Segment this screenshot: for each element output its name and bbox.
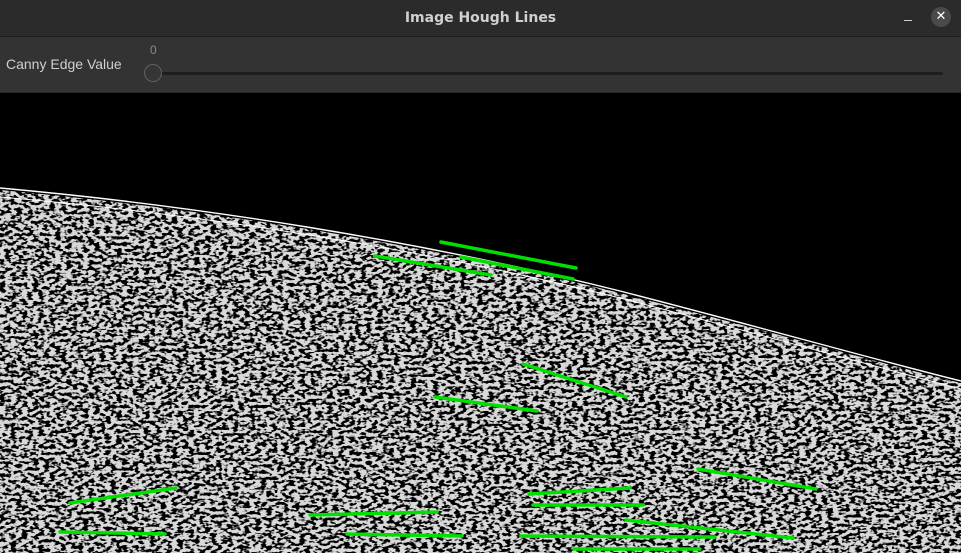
hough-line	[345, 532, 464, 538]
canny-edge-slider-thumb[interactable]	[144, 64, 162, 82]
hough-line	[58, 530, 167, 536]
app-window: Image Hough Lines ✕ Canny Edge Value 0	[0, 0, 961, 553]
minimize-icon	[904, 20, 912, 21]
window-title: Image Hough Lines	[404, 10, 557, 26]
edge-image-svg	[0, 93, 961, 553]
close-button[interactable]: ✕	[931, 7, 951, 27]
canny-edge-label: Canny Edge Value	[6, 56, 122, 72]
canny-edge-slider-track[interactable]	[146, 72, 943, 75]
close-icon: ✕	[935, 9, 947, 24]
title-bar[interactable]: Image Hough Lines ✕	[0, 0, 961, 37]
hough-lines-image	[0, 93, 961, 553]
hough-line	[519, 534, 717, 539]
slider-value-readout: 0	[150, 43, 157, 57]
trackbar-panel: Canny Edge Value 0	[0, 37, 961, 93]
minimize-button[interactable]	[898, 8, 918, 28]
